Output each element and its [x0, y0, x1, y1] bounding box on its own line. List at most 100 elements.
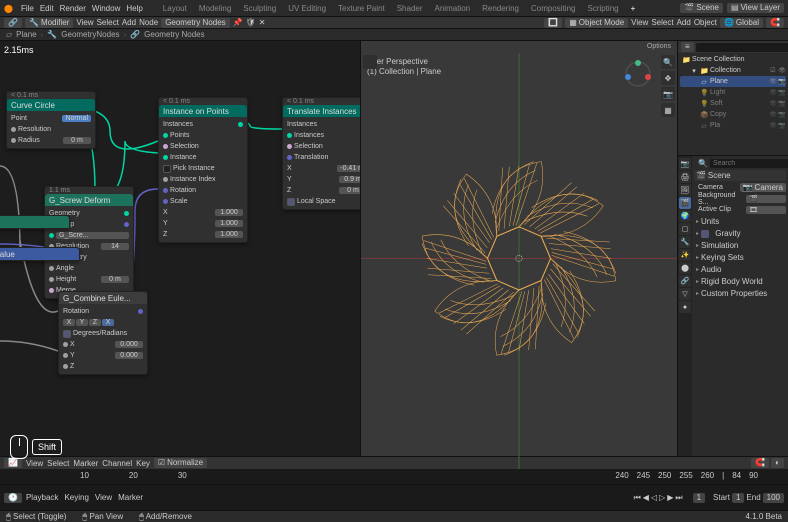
panel-gravity[interactable]: Gravity: [694, 228, 786, 239]
ws-shader[interactable]: Shader: [393, 3, 427, 14]
props-search[interactable]: [710, 159, 788, 168]
node-partial-1[interactable]: ear: [0, 215, 70, 229]
play-icon[interactable]: ▷: [659, 493, 665, 502]
outliner-row-scene[interactable]: 📁Scene Collection: [680, 54, 786, 65]
ptab-world[interactable]: 🌍: [679, 210, 691, 222]
vp-editor-type[interactable]: 🔳: [544, 18, 562, 28]
ptab-viewlayer[interactable]: 🖼: [679, 184, 691, 196]
tl-snap-icon[interactable]: 🧲: [751, 458, 769, 468]
frame-start[interactable]: 1: [732, 493, 744, 503]
node-combine-euler[interactable]: G_Combine Eule... Rotation XYZX Degrees/…: [58, 291, 148, 375]
local-space-checkbox[interactable]: [287, 198, 295, 206]
hdr-view[interactable]: View: [76, 18, 93, 27]
menu-file[interactable]: File: [21, 4, 34, 13]
frame-current[interactable]: 1: [693, 493, 705, 503]
node-header[interactable]: Curve Circle: [7, 99, 95, 111]
ptab-object[interactable]: ▢: [679, 223, 691, 235]
tl-key[interactable]: Key: [136, 459, 150, 468]
keyframe-next-icon[interactable]: ▶: [667, 493, 673, 502]
outliner-row-pla[interactable]: ▱Pla👁📷: [680, 120, 786, 131]
tl-prop-icon[interactable]: ◐: [771, 458, 784, 468]
panel-custom[interactable]: Custom Properties: [694, 288, 786, 299]
vp-select[interactable]: Select: [651, 18, 673, 28]
node-header[interactable]: G_Screw Deform: [45, 194, 133, 206]
ws-render[interactable]: Rendering: [478, 3, 523, 14]
outliner-row-light[interactable]: 💡Light👁📷: [680, 87, 786, 98]
tl-marker[interactable]: Marker: [73, 459, 98, 468]
hdr-select[interactable]: Select: [97, 18, 119, 27]
ws-sculpting[interactable]: Sculpting: [239, 3, 280, 14]
pb-keying[interactable]: Keying: [64, 493, 88, 502]
node-header[interactable]: G_Combine Eule...: [59, 292, 147, 304]
3d-viewport[interactable]: User Perspective (1) Collection | Plane …: [360, 41, 678, 456]
ptab-output[interactable]: 🖨: [679, 171, 691, 183]
panel-audio[interactable]: Audio: [694, 264, 786, 275]
ws-modeling[interactable]: Modeling: [195, 3, 235, 14]
gravity-checkbox[interactable]: [701, 230, 709, 238]
vp-mode[interactable]: ▦Object Mode: [565, 18, 628, 28]
tl-view[interactable]: View: [26, 459, 43, 468]
scene-selector[interactable]: 🎬Scene: [680, 3, 723, 13]
ptab-constraints[interactable]: 🔗: [679, 275, 691, 287]
node-instance-on-points[interactable]: < 0.1 ms Instance on Points Instances Po…: [158, 97, 248, 243]
jump-end-icon[interactable]: ⏭: [675, 493, 682, 503]
ptab-render[interactable]: 📷: [679, 158, 691, 170]
outliner-row-plane[interactable]: ▱Plane👁📷: [680, 76, 786, 87]
pb-playback[interactable]: Playback: [26, 493, 58, 502]
ptab-particles[interactable]: ✨: [679, 249, 691, 261]
panel-keying[interactable]: Keying Sets: [694, 252, 786, 263]
ptab-physics[interactable]: ⬤: [679, 262, 691, 274]
hdr-add[interactable]: Add: [122, 18, 136, 27]
orientation[interactable]: 🌐Global: [720, 18, 763, 28]
degrees-checkbox[interactable]: [63, 330, 71, 338]
crumb-nodetree[interactable]: Geometry Nodes: [144, 30, 204, 39]
nodegroup-selector[interactable]: Geometry Nodes: [161, 18, 229, 28]
node-partial-2[interactable]: Value: [0, 247, 80, 261]
graph-editor-icon[interactable]: 📈: [4, 458, 22, 468]
hdr-node[interactable]: Node: [139, 18, 158, 27]
editor-type-icon[interactable]: 🔗: [4, 18, 22, 28]
ws-texture[interactable]: Texture Paint: [334, 3, 389, 14]
node-header[interactable]: Instance on Points: [159, 105, 247, 117]
snap-icon[interactable]: 🧲: [766, 18, 784, 28]
vp-view[interactable]: View: [631, 18, 648, 28]
pb-view[interactable]: View: [95, 493, 112, 502]
graph-track[interactable]: 102030 240245250255260|8490: [0, 469, 788, 484]
ptab-material[interactable]: ●: [679, 301, 691, 313]
panel-rigidbody[interactable]: Rigid Body World: [694, 276, 786, 287]
outliner-row-soft[interactable]: 💡Soft👁📷: [680, 98, 786, 109]
outliner-row-collection[interactable]: ▾📁Collection☑👁: [680, 65, 786, 76]
close-icon[interactable]: ✕: [259, 18, 266, 27]
ptab-scene[interactable]: 🎬: [679, 197, 691, 209]
ptab-data[interactable]: ▽: [679, 288, 691, 300]
node-screw-deform[interactable]: 1.1 ms G_Screw Deform Geometry UV Map G_…: [44, 186, 134, 299]
menu-render[interactable]: Render: [60, 4, 86, 13]
ws-add[interactable]: +: [627, 3, 640, 14]
panel-simulation[interactable]: Simulation: [694, 240, 786, 251]
node-editor[interactable]: 2.15ms < 0.1 ms Curve Circle PointNormal…: [0, 41, 360, 456]
ptab-modifier[interactable]: 🔧: [679, 236, 691, 248]
crumb-modifier[interactable]: GeometryNodes: [61, 30, 119, 39]
options-label[interactable]: Options: [647, 43, 671, 50]
ws-script[interactable]: Scripting: [583, 3, 622, 14]
node-header[interactable]: Translate Instances: [283, 105, 360, 117]
outliner-row-copy[interactable]: 📦Copy👁📷: [680, 109, 786, 120]
frame-end[interactable]: 100: [763, 493, 784, 503]
shield-icon[interactable]: 🛡: [246, 18, 256, 27]
geonodes-type[interactable]: 🔧Modifier: [25, 18, 73, 28]
play-rev-icon[interactable]: ◁: [651, 493, 657, 502]
menu-help[interactable]: Help: [126, 4, 142, 13]
eye-icon[interactable]: 👁: [778, 67, 786, 74]
vp-add[interactable]: Add: [677, 18, 691, 28]
keyframe-prev-icon[interactable]: ◀: [643, 493, 649, 502]
bgscene-field[interactable]: 🎬: [746, 195, 786, 203]
vp-object[interactable]: Object: [694, 18, 717, 28]
menu-edit[interactable]: Edit: [40, 4, 54, 13]
ws-anim[interactable]: Animation: [431, 3, 475, 14]
pb-marker[interactable]: Marker: [118, 493, 143, 502]
panel-units[interactable]: Units: [694, 216, 786, 227]
timeline-editor-icon[interactable]: 🕐: [4, 493, 22, 503]
normalize-toggle[interactable]: ☑ Normalize: [154, 458, 207, 468]
pin-icon[interactable]: 📌: [233, 18, 243, 27]
node-translate-instances[interactable]: < 0.1 ms Translate Instances Instances I…: [282, 97, 360, 210]
